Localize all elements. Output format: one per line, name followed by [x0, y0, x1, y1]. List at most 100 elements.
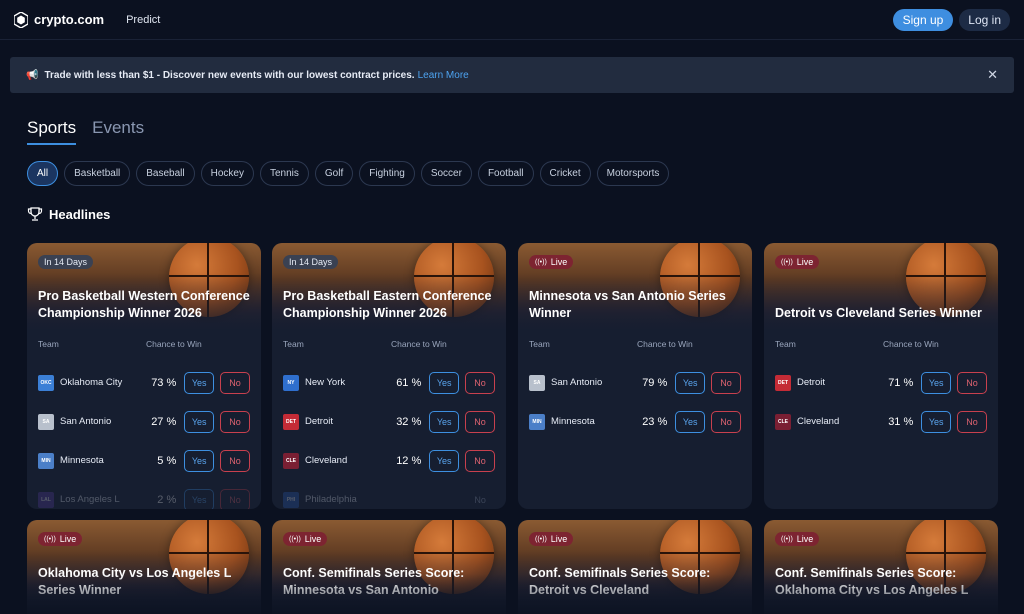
team-logo: MIN: [38, 452, 54, 469]
broadcast-icon: ((•)): [781, 258, 793, 266]
no-button[interactable]: No: [220, 371, 250, 394]
market-card[interactable]: ((•)) Live Oklahoma City vs Los Angeles L …: [27, 520, 261, 614]
market-card[interactable]: ((•)) Live Conf. Semifinals Series Score: …: [518, 520, 752, 614]
chip-cricket[interactable]: Cricket: [539, 161, 591, 186]
win-percentage: 5 %: [157, 454, 177, 467]
yes-button[interactable]: Yes: [184, 449, 215, 472]
chip-basketball[interactable]: Basketball: [64, 161, 131, 186]
market-card[interactable]: In 14 Days Pro Basketball Western Confere…: [27, 243, 261, 509]
chip-fighting[interactable]: Fighting: [359, 161, 415, 186]
market-card[interactable]: ((•)) Live Conf. Semifinals Series Score: …: [764, 520, 998, 614]
odds-table: Team Chance to Win DET Detroit 71 % Yes No CLE C…: [764, 333, 998, 441]
team-name: Detroit: [797, 377, 825, 388]
chip-motorsports[interactable]: Motorsports: [596, 161, 670, 186]
brand-logo[interactable]: crypto.com: [14, 11, 104, 28]
chip-soccer[interactable]: Soccer: [420, 161, 472, 186]
broadcast-icon: ((•)): [535, 535, 547, 543]
live-badge: ((•)) Live: [38, 532, 83, 546]
card-hero-image: ((•)) Live Conf. Semifinals Series Score: …: [518, 520, 752, 610]
badge-label: In 14 Days: [44, 257, 88, 267]
chip-tennis[interactable]: Tennis: [259, 161, 309, 186]
team-column-header: Team: [529, 339, 550, 349]
market-card[interactable]: ((•)) Live Conf. Semifinals Series Score: …: [272, 520, 506, 614]
market-card[interactable]: ((•)) Live Minnesota vs San Antonio Series…: [518, 243, 752, 509]
team-logo: NY: [283, 374, 299, 391]
learn-more-link[interactable]: Learn More: [418, 70, 469, 81]
market-card[interactable]: In 14 Days Pro Basketball Eastern Confere…: [272, 243, 506, 509]
card-hero-image: ((•)) Live Conf. Semifinals Series Score: …: [764, 520, 998, 610]
no-button[interactable]: No: [465, 449, 495, 472]
card-title[interactable]: Detroit vs Cleveland Series Winner: [775, 305, 988, 322]
team-name: San Antonio: [551, 377, 603, 388]
no-button[interactable]: No: [465, 371, 495, 394]
tab-sports[interactable]: Sports: [27, 118, 77, 145]
chip-golf[interactable]: Golf: [314, 161, 354, 186]
team-name: New York: [305, 377, 346, 388]
card-title[interactable]: Minnesota vs San Antonio Series Winner: [529, 288, 742, 321]
yes-button[interactable]: Yes: [184, 371, 215, 394]
countdown-badge: In 14 Days: [283, 255, 339, 269]
headlines-heading: Headlines: [27, 206, 110, 222]
win-percentage: 61 %: [396, 376, 422, 389]
card-title[interactable]: Pro Basketball Western Conference Champi…: [38, 288, 251, 321]
no-button[interactable]: No: [220, 449, 250, 472]
card-hero-image: ((•)) Live Conf. Semifinals Series Score: …: [272, 520, 506, 610]
card-title[interactable]: Oklahoma City vs Los Angeles L Series Wi…: [38, 565, 251, 598]
team-row: PHI Philadelphia No: [283, 480, 495, 509]
no-button[interactable]: No: [711, 410, 741, 433]
chip-football[interactable]: Football: [477, 161, 534, 186]
card-title[interactable]: Conf. Semifinals Series Score: Detroit v…: [529, 565, 742, 598]
yes-button[interactable]: Yes: [429, 449, 460, 472]
broadcast-icon: ((•)): [781, 535, 793, 543]
live-badge: ((•)) Live: [283, 532, 328, 546]
team-name: Philadelphia: [305, 494, 357, 505]
no-button[interactable]: No: [220, 488, 250, 509]
no-button[interactable]: No: [465, 410, 495, 433]
banner-text: Trade with less than $1 - Discover new e…: [44, 69, 415, 81]
no-button[interactable]: No: [711, 371, 741, 394]
odds-table: Team Chance to Win SA San Antonio 79 % Yes No M…: [518, 333, 752, 441]
odds-table: Team Chance to Win OKC Oklahoma City 73 % Yes…: [27, 333, 261, 509]
team-row: DET Detroit 32 % Yes No: [283, 402, 495, 441]
yes-button[interactable]: Yes: [921, 410, 952, 433]
win-percentage: 27 %: [151, 415, 177, 428]
broadcast-icon: ((•)): [535, 258, 547, 266]
nav-predict[interactable]: Predict: [126, 14, 160, 26]
yes-button[interactable]: Yes: [429, 410, 460, 433]
chance-column-header: Chance to Win: [637, 339, 693, 349]
card-title[interactable]: Conf. Semifinals Series Score: Oklahoma …: [775, 565, 988, 598]
market-card[interactable]: ((•)) Live Detroit vs Cleveland Series Win…: [764, 243, 998, 509]
no-button[interactable]: No: [220, 410, 250, 433]
card-hero-image: In 14 Days Pro Basketball Eastern Confere…: [272, 243, 506, 333]
badge-label: Live: [550, 534, 568, 544]
badge-label: Live: [550, 257, 568, 267]
signup-button[interactable]: Sign up: [892, 8, 954, 31]
chip-baseball[interactable]: Baseball: [136, 161, 195, 186]
yes-button[interactable]: Yes: [429, 371, 460, 394]
live-badge: ((•)) Live: [775, 532, 820, 546]
yes-button[interactable]: Yes: [184, 488, 215, 509]
tab-events[interactable]: Events: [92, 118, 144, 145]
card-title[interactable]: Pro Basketball Eastern Conference Champi…: [283, 288, 496, 321]
chip-hockey[interactable]: Hockey: [200, 161, 254, 186]
yes-button[interactable]: Yes: [921, 371, 952, 394]
yes-button[interactable]: Yes: [675, 410, 706, 433]
card-hero-image: In 14 Days Pro Basketball Western Confere…: [27, 243, 261, 333]
team-column-header: Team: [775, 339, 796, 349]
win-percentage: 23 %: [642, 415, 668, 428]
close-icon[interactable]: ✕: [987, 67, 998, 83]
team-logo: DET: [775, 374, 791, 391]
team-logo: CLE: [283, 452, 299, 469]
broadcast-icon: ((•)): [44, 535, 56, 543]
card-hero-image: ((•)) Live Minnesota vs San Antonio Series…: [518, 243, 752, 333]
card-title[interactable]: Conf. Semifinals Series Score: Minnesota…: [283, 565, 496, 598]
no-button[interactable]: No: [957, 371, 987, 394]
no-button[interactable]: No: [465, 489, 495, 510]
chance-column-header: Chance to Win: [883, 339, 939, 349]
no-button[interactable]: No: [957, 410, 987, 433]
login-button[interactable]: Log in: [959, 8, 1010, 31]
win-percentage: 71 %: [888, 376, 914, 389]
yes-button[interactable]: Yes: [675, 371, 706, 394]
chip-all[interactable]: All: [27, 161, 59, 186]
yes-button[interactable]: Yes: [184, 410, 215, 433]
